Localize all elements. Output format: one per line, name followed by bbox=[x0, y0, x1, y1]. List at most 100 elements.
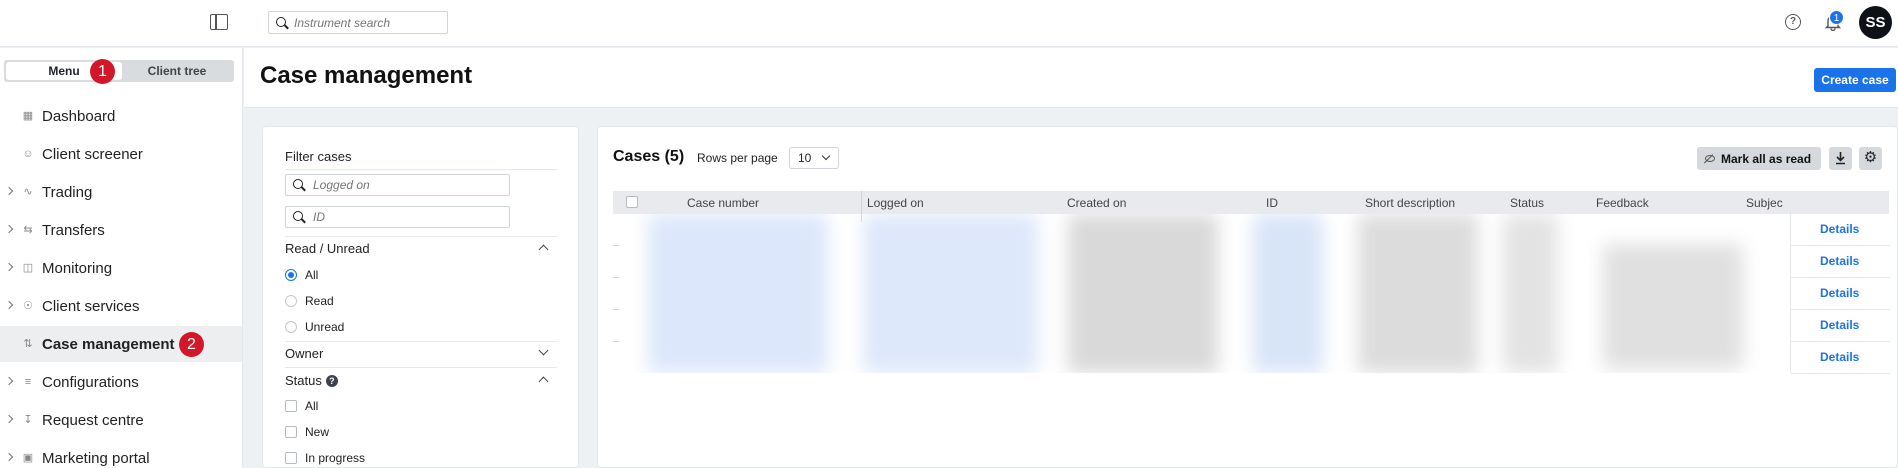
radio-label: All bbox=[305, 268, 319, 282]
chevron-right-icon bbox=[4, 452, 14, 462]
column-header[interactable]: Feedback bbox=[1596, 196, 1649, 210]
details-link[interactable]: Details bbox=[1820, 318, 1859, 332]
column-header[interactable]: Logged on bbox=[867, 196, 924, 210]
owner-section-toggle[interactable]: Owner bbox=[285, 345, 557, 364]
sidebar-item-marketing-portal[interactable]: ▣ Marketing portal bbox=[0, 440, 242, 468]
case-icon: ⇅ bbox=[23, 338, 33, 350]
create-case-button[interactable]: Create case bbox=[1814, 68, 1896, 92]
chevron-right-icon bbox=[4, 414, 14, 424]
table-header: Case number Logged on Created on ID Shor… bbox=[613, 191, 1889, 222]
dashboard-icon: ▦ bbox=[22, 110, 34, 122]
table-row-action: Details bbox=[1791, 246, 1890, 278]
cases-title: Cases (5) bbox=[613, 148, 685, 165]
radio-label: Read bbox=[305, 294, 334, 308]
sidebar-item-monitoring[interactable]: ◫ Monitoring bbox=[0, 250, 242, 286]
divider bbox=[285, 367, 557, 368]
chevron-down-icon bbox=[538, 345, 549, 356]
sidebar-item-transfers[interactable]: ⇆ Transfers bbox=[0, 212, 242, 248]
sidebar-item-label: Client services bbox=[42, 297, 140, 315]
chevron-right-icon bbox=[4, 186, 14, 196]
status-section-toggle[interactable]: Status? bbox=[285, 373, 557, 391]
instrument-search[interactable] bbox=[268, 11, 448, 34]
id-input[interactable] bbox=[313, 210, 503, 224]
sliders-icon: ≡ bbox=[24, 376, 32, 388]
monitoring-icon: ◫ bbox=[22, 262, 34, 274]
transfer-icon: ⇆ bbox=[23, 224, 33, 236]
column-header[interactable]: ID bbox=[1266, 196, 1278, 210]
details-link[interactable]: Details bbox=[1820, 222, 1859, 236]
column-header[interactable]: Case number bbox=[687, 196, 759, 210]
select-all-checkbox[interactable] bbox=[626, 196, 638, 208]
column-header[interactable]: Subjec bbox=[1746, 196, 1790, 210]
radio-read[interactable]: Read bbox=[285, 293, 334, 309]
download-icon: ↧ bbox=[23, 414, 33, 426]
checkbox[interactable] bbox=[285, 452, 297, 464]
logged-on-input[interactable] bbox=[313, 178, 503, 192]
trading-icon: ∿ bbox=[23, 186, 33, 198]
sidebar-item-client-services[interactable]: ☉ Client services bbox=[0, 288, 242, 324]
sidebar-toggle-icon[interactable] bbox=[210, 14, 228, 30]
gear-icon: ⚙ bbox=[1863, 149, 1878, 166]
sidebar-item-trading[interactable]: ∿ Trading bbox=[0, 174, 242, 210]
client-services-icon: ☉ bbox=[23, 300, 33, 312]
help-icon[interactable]: ? bbox=[1785, 14, 1801, 30]
step-marker-2: 2 bbox=[179, 332, 204, 357]
mark-all-read-button[interactable]: Mark all as read bbox=[1697, 147, 1821, 170]
radio-all[interactable]: All bbox=[285, 267, 318, 283]
chevron-right-icon bbox=[4, 300, 14, 310]
radio-label: Unread bbox=[305, 320, 345, 334]
read-unread-section-toggle[interactable]: Read / Unread bbox=[285, 241, 557, 259]
checkbox-status-new[interactable]: New bbox=[285, 424, 329, 440]
details-link[interactable]: Details bbox=[1820, 254, 1859, 268]
column-header[interactable]: Created on bbox=[1067, 196, 1126, 210]
search-icon bbox=[276, 16, 288, 29]
sidebar-item-client-screener[interactable]: ☺ Client screener bbox=[0, 136, 242, 172]
chevron-down-icon bbox=[821, 151, 831, 161]
avatar[interactable]: SS bbox=[1859, 6, 1892, 39]
checkbox-status-in-progress[interactable]: In progress bbox=[285, 450, 365, 466]
sidebar-item-label: Client screener bbox=[42, 145, 143, 163]
sidebar-item-request-centre[interactable]: ↧ Request centre bbox=[0, 402, 242, 438]
radio-button[interactable] bbox=[285, 295, 297, 307]
table-row-action: Details bbox=[1791, 342, 1890, 374]
sidebar: Menu Client tree 1 ▦ Dashboard ☺ Client … bbox=[0, 48, 243, 468]
sidebar-item-case-management[interactable]: ⇅ Case management bbox=[0, 326, 242, 362]
radio-unread[interactable]: Unread bbox=[285, 319, 344, 335]
divider bbox=[285, 236, 557, 237]
sidebar-item-label: Monitoring bbox=[42, 259, 113, 277]
portal-icon: ▣ bbox=[22, 452, 34, 464]
radio-button[interactable] bbox=[285, 269, 297, 281]
settings-button[interactable]: ⚙ bbox=[1859, 147, 1882, 170]
chevron-right-icon bbox=[4, 376, 14, 386]
details-link[interactable]: Details bbox=[1820, 286, 1859, 300]
id-filter[interactable] bbox=[285, 206, 510, 228]
rows-per-page-select[interactable]: 10 bbox=[789, 147, 839, 169]
details-link[interactable]: Details bbox=[1820, 350, 1859, 364]
eye-off-icon bbox=[1705, 155, 1715, 162]
download-button[interactable] bbox=[1829, 147, 1852, 170]
row-divider bbox=[613, 309, 619, 310]
chevron-right-icon bbox=[4, 224, 14, 234]
filter-panel: Filter cases Read / Unread All Read Unre… bbox=[262, 126, 579, 468]
checkbox-status-all[interactable]: All bbox=[285, 398, 318, 414]
logged-on-filter[interactable] bbox=[285, 174, 510, 196]
radio-button[interactable] bbox=[285, 321, 297, 333]
instrument-search-input[interactable] bbox=[294, 15, 434, 30]
checkbox[interactable] bbox=[285, 400, 297, 412]
help-icon[interactable]: ? bbox=[325, 375, 338, 387]
column-header[interactable]: Short description bbox=[1365, 196, 1455, 210]
tab-client-tree[interactable]: Client tree bbox=[122, 62, 232, 80]
step-marker-1: 1 bbox=[90, 59, 115, 84]
sidebar-item-configurations[interactable]: ≡ Configurations bbox=[0, 364, 242, 400]
download-icon bbox=[1836, 152, 1845, 165]
checkbox-label: In progress bbox=[305, 451, 366, 465]
status-label: Status bbox=[285, 373, 322, 388]
menu-tree-switch: Menu Client tree bbox=[4, 60, 234, 82]
checkbox-label: All bbox=[305, 399, 319, 413]
divider bbox=[285, 169, 557, 170]
row-divider bbox=[613, 245, 619, 246]
column-header[interactable]: Status bbox=[1510, 196, 1544, 210]
redacted-table-rows bbox=[613, 214, 1790, 373]
checkbox[interactable] bbox=[285, 426, 297, 438]
sidebar-item-dashboard[interactable]: ▦ Dashboard bbox=[0, 98, 242, 134]
